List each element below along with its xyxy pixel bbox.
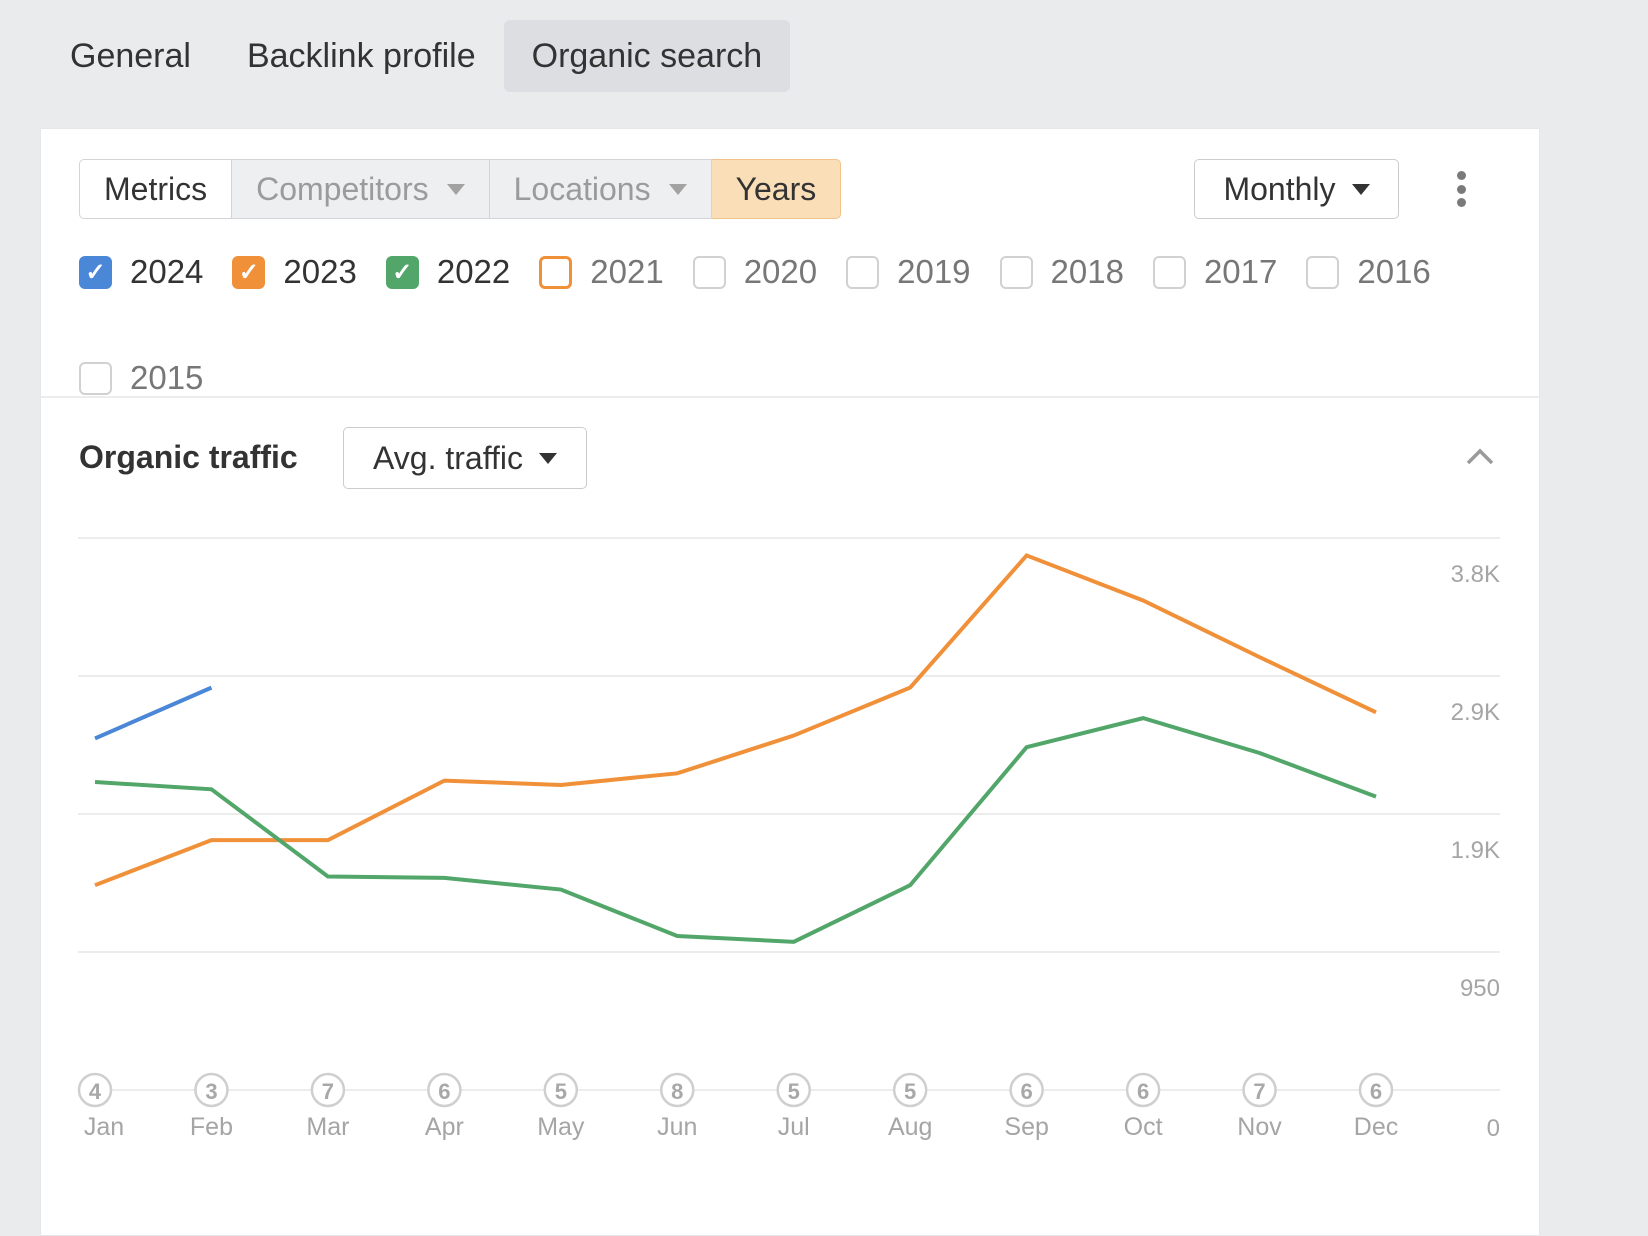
tab-backlink-profile[interactable]: Backlink profile xyxy=(219,20,504,92)
checkbox-checked-icon[interactable]: ✓ xyxy=(232,255,266,289)
year-checkbox-2021[interactable]: 2021 xyxy=(539,253,664,290)
year-label: 2022 xyxy=(436,253,511,290)
view-segmented-control: Metrics Competitors Locations Years xyxy=(79,159,842,219)
locations-dropdown[interactable]: Locations xyxy=(489,159,712,219)
checkbox-empty-icon[interactable] xyxy=(79,361,112,395)
year-label: 2021 xyxy=(590,253,664,290)
year-checkbox-2020[interactable]: 2020 xyxy=(692,253,818,290)
chevron-down-icon xyxy=(1351,183,1370,195)
competitors-label: Competitors xyxy=(256,171,429,207)
checkbox-empty-icon[interactable] xyxy=(539,255,573,289)
chevron-down-icon xyxy=(446,183,465,195)
checkbox-empty-icon[interactable] xyxy=(846,255,880,289)
year-label: 2017 xyxy=(1203,253,1278,290)
tab-general[interactable]: General xyxy=(42,20,219,92)
year-checkbox-2022[interactable]: ✓ 2022 xyxy=(385,253,511,290)
checkbox-checked-icon[interactable]: ✓ xyxy=(385,255,419,289)
chart-title: Organic traffic xyxy=(79,439,298,475)
chevron-up-icon[interactable] xyxy=(1465,445,1495,467)
checkbox-checked-icon[interactable]: ✓ xyxy=(79,255,112,289)
year-label: 2015 xyxy=(130,359,204,396)
year-checkbox-2016[interactable]: 2016 xyxy=(1306,253,1431,290)
year-label: 2023 xyxy=(283,253,357,290)
year-label: 2018 xyxy=(1050,253,1124,290)
locations-label: Locations xyxy=(513,171,651,207)
period-label: Monthly xyxy=(1223,170,1336,207)
year-checkbox-2015[interactable]: 2015 xyxy=(79,359,204,396)
period-dropdown[interactable]: Monthly xyxy=(1194,159,1399,219)
year-checkbox-2019[interactable]: 2019 xyxy=(846,253,971,290)
year-label: 2019 xyxy=(897,253,971,290)
metrics-button[interactable]: Metrics xyxy=(79,159,233,219)
year-checkbox-list: ✓ 2024 ✓ 2023 ✓ 2022 2021 2020 2019 2018 2017 2016 2… xyxy=(79,253,1519,396)
metric-dropdown[interactable]: Avg. traffic xyxy=(343,427,587,489)
section-divider xyxy=(41,396,1539,398)
years-button[interactable]: Years xyxy=(711,159,842,219)
year-label: 2020 xyxy=(743,253,818,290)
year-checkbox-2023[interactable]: ✓ 2023 xyxy=(232,253,357,290)
year-checkbox-2024[interactable]: ✓ 2024 xyxy=(79,253,204,290)
organic-search-card: Metrics Competitors Locations Years Mont… xyxy=(40,128,1540,1236)
checkbox-empty-icon[interactable] xyxy=(1306,255,1340,289)
checkbox-empty-icon[interactable] xyxy=(999,255,1033,289)
chevron-down-icon xyxy=(668,183,687,195)
tab-bar: General Backlink profile Organic search xyxy=(42,20,791,92)
chevron-down-icon xyxy=(539,452,557,464)
metric-dropdown-label: Avg. traffic xyxy=(373,439,523,476)
year-checkbox-2017[interactable]: 2017 xyxy=(1152,253,1278,290)
checkbox-empty-icon[interactable] xyxy=(692,255,726,289)
year-label: 2016 xyxy=(1357,253,1431,290)
more-options-icon[interactable] xyxy=(1451,171,1471,207)
checkbox-empty-icon[interactable] xyxy=(1152,255,1186,289)
years-label: Years xyxy=(735,171,817,207)
tab-organic-search[interactable]: Organic search xyxy=(503,20,791,92)
year-checkbox-2018[interactable]: 2018 xyxy=(999,253,1124,290)
metrics-label: Metrics xyxy=(104,171,208,207)
competitors-dropdown[interactable]: Competitors xyxy=(232,159,490,219)
year-label: 2024 xyxy=(130,253,204,290)
